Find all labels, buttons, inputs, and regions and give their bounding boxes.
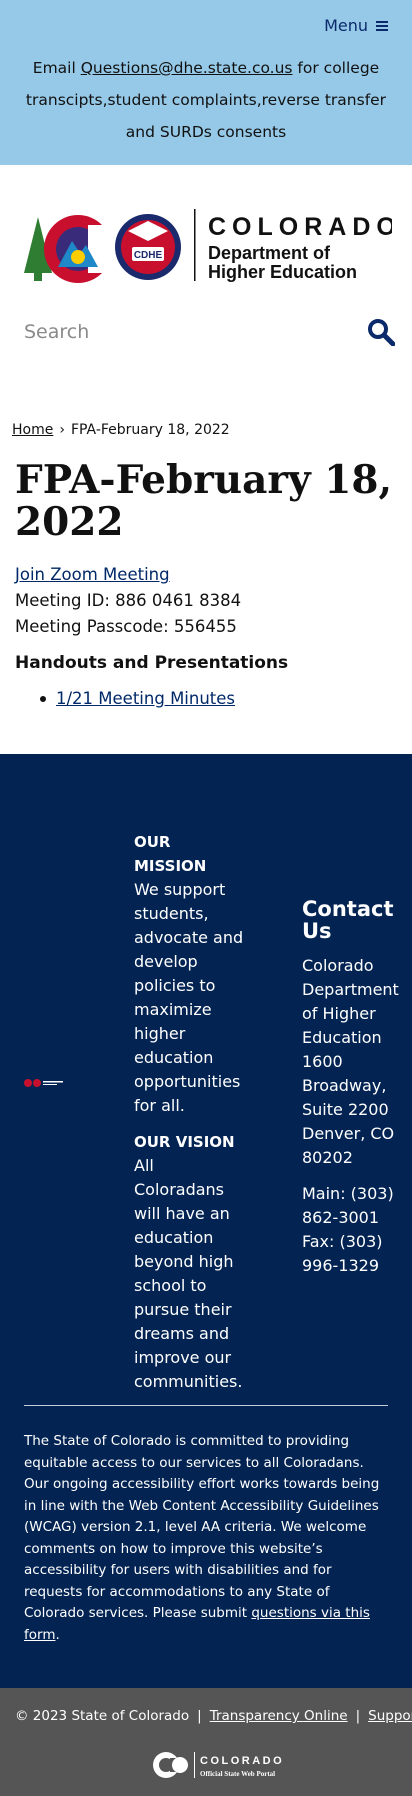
contact-heading: Contact Us [302,897,394,943]
copyright: © 2023 State of Colorado [15,1708,190,1724]
search-bar [24,312,398,352]
email-notice: Email Questions@dhe.state.co.us for coll… [14,52,398,148]
vision-heading: OUR VISION [134,1133,235,1151]
breadcrumb-current: FPA-February 18, 2022 [70,422,230,438]
site-footer: OUR MISSION We support students, advocat… [0,754,412,1688]
search-icon [368,319,395,346]
vision-text: All Coloradans will have an education be… [134,1156,243,1391]
accessibility-end: . [55,1626,60,1643]
logo-title: COLORADO [208,213,392,241]
footer-cdhe-logo[interactable] [24,1078,70,1088]
contact-fax: Fax: (303) 996-1329 [302,1232,383,1275]
list-item: 1/21 Meeting Minutes [40,689,235,708]
logo-subtitle-2: Higher Education [208,262,357,282]
support-link[interactable]: Support [368,1708,412,1724]
accessibility-statement: The State of Colorado is committed to pr… [24,1431,392,1646]
search-button[interactable] [364,315,398,349]
contact-address: Colorado Department of Higher Education … [302,956,399,1167]
contact-block: Contact Us Colorado Department of Higher… [302,898,402,1278]
meeting-minutes-link[interactable]: 1/21 Meeting Minutes [56,689,235,708]
meeting-passcode: Meeting Passcode: 556455 [15,617,237,636]
notice-prefix: Email [32,59,81,77]
meeting-id: Meeting ID: 886 0461 8384 [15,591,242,610]
menu-label: Menu [324,16,368,35]
mission-text: We support students, advocate and develo… [134,880,244,1115]
breadcrumb-separator: › [59,422,65,438]
hamburger-icon [376,20,388,31]
footer-divider [24,1405,388,1406]
top-banner: Menu Email Questions@dhe.state.co.us for… [0,0,412,165]
zoom-meeting-link[interactable]: Join Zoom Meeting [15,565,170,584]
logo-badge-text: CDHE [134,250,163,261]
site-header: CDHE COLORADO Department of Higher Educa… [0,165,412,465]
handouts-heading: Handouts and Presentations [15,653,289,673]
mission-block: OUR MISSION We support students, advocat… [134,830,244,1118]
state-portal-logo[interactable]: COLORADO Official State Web Portal [152,1748,292,1782]
bottom-bar: © 2023 State of Colorado | Transparency … [0,1688,412,1796]
breadcrumb: Home › FPA-February 18, 2022 [12,422,230,438]
search-input[interactable] [24,321,324,343]
logo-subtitle-1: Department of [208,243,331,263]
accessibility-text: The State of Colorado is committed to pr… [24,1433,380,1621]
handouts-list: 1/21 Meeting Minutes [40,689,235,708]
bottom-separator-1: | [197,1708,202,1724]
main-content: Home › FPA-February 18, 2022 FPA-Februar… [0,422,412,754]
transparency-link[interactable]: Transparency Online [210,1708,348,1724]
breadcrumb-home[interactable]: Home [12,422,53,438]
cdhe-logo[interactable]: CDHE COLORADO Department of Higher Educa… [24,205,392,285]
contact-main-phone: Main: (303) 862-3001 [302,1184,394,1227]
bottom-separator-2: | [355,1708,361,1724]
vision-block: OUR VISION All Coloradans will have an e… [134,1130,244,1394]
bottom-links: © 2023 State of Colorado | Transparency … [15,1708,412,1724]
mission-heading: OUR MISSION [134,833,207,875]
state-logo-subtitle: Official State Web Portal [200,1770,275,1778]
menu-button[interactable]: Menu [324,16,388,35]
state-logo-title: COLORADO [200,1755,284,1767]
page-title: FPA-February 18, 2022 [15,457,393,545]
email-link[interactable]: Questions@dhe.state.co.us [81,59,293,77]
